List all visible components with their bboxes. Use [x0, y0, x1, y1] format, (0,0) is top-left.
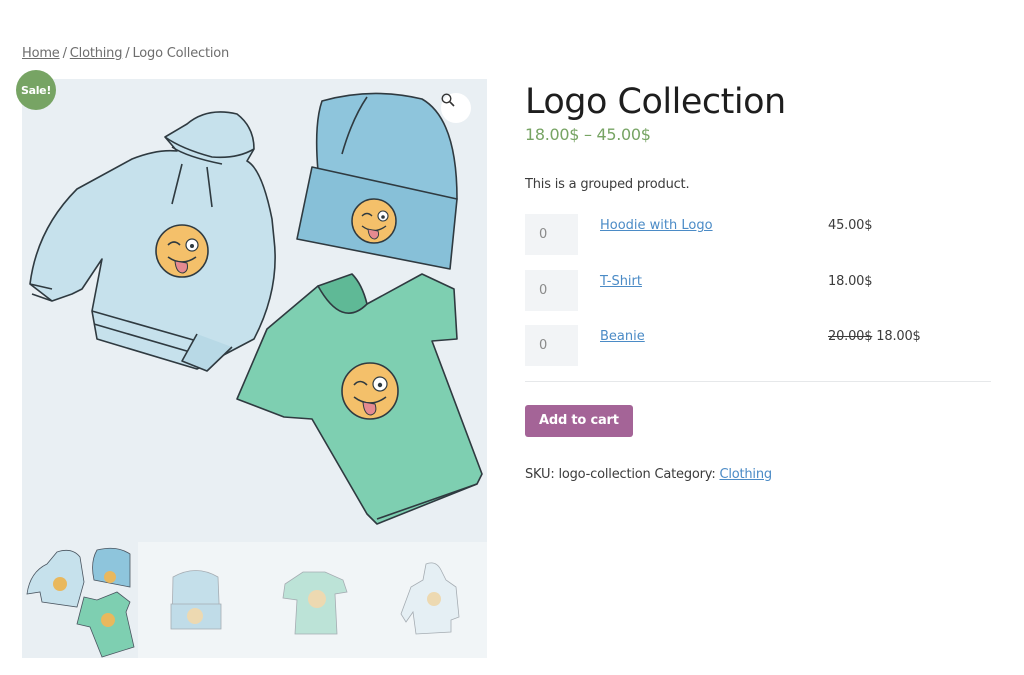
breadcrumb-separator: /	[62, 46, 67, 61]
category-label: Category:	[654, 466, 716, 482]
category-link[interactable]: Clothing	[719, 467, 772, 482]
sku-label: SKU:	[525, 466, 555, 482]
grouped-products-table: Hoodie with Logo 45.00$ T-Shirt 18.00$ B…	[525, 214, 991, 381]
quantity-input-beanie[interactable]	[525, 325, 578, 366]
product-meta: SKU: logo-collection Category: Clothing	[525, 467, 991, 482]
regular-price-beanie: 20.00$	[828, 329, 873, 344]
product-illustration	[29, 92, 483, 525]
magnifier-icon	[441, 93, 455, 107]
divider	[525, 380, 991, 382]
price-beanie-container: 20.00$ 18.00$	[828, 325, 921, 344]
grouped-row-beanie: Beanie 20.00$18.00$	[525, 325, 991, 381]
breadcrumb-separator: /	[125, 46, 130, 61]
thumbnail-collection-illustration	[26, 547, 135, 658]
add-to-cart-button[interactable]: Add to cart	[525, 404, 633, 437]
thumbnail-beanie[interactable]	[138, 542, 255, 658]
hoodie-emoji	[155, 224, 209, 278]
thumbnail-tshirt[interactable]	[254, 542, 371, 658]
price-range: 18.00$ – 45.00$	[525, 125, 651, 144]
grouped-row-tshirt: T-Shirt 18.00$	[525, 269, 991, 326]
product-gallery: Sale!	[16, 70, 487, 658]
price-tshirt: 18.00$	[828, 273, 873, 289]
tshirt-emoji	[341, 362, 399, 420]
product-summary: Logo Collection 18.00$ – 45.00$ This is …	[525, 80, 991, 482]
thumbnail-hoodie[interactable]	[370, 542, 487, 658]
sale-badge: Sale!	[16, 70, 56, 110]
price-hoodie: 45.00$	[828, 218, 873, 233]
product-link-tshirt[interactable]: T-Shirt	[600, 274, 642, 289]
breadcrumb-home[interactable]: Home	[22, 46, 60, 61]
thumbnail-strip	[22, 542, 487, 658]
grouped-row-hoodie: Hoodie with Logo 45.00$	[525, 214, 991, 270]
breadcrumb-current: Logo Collection	[132, 46, 230, 61]
breadcrumb: Home / Clothing / Logo Collection	[22, 46, 229, 61]
hoodie-illustration	[29, 111, 276, 372]
thumbnail-hoodie-illustration	[400, 562, 460, 635]
thumbnail-beanie-illustration	[170, 570, 222, 630]
short-description: This is a grouped product.	[525, 177, 690, 192]
beanie-emoji	[351, 198, 397, 244]
quantity-input-hoodie[interactable]	[525, 214, 578, 255]
zoom-button[interactable]	[441, 93, 471, 123]
sku-value: logo-collection	[558, 466, 651, 482]
product-title: Logo Collection	[525, 82, 786, 122]
sale-price-beanie: 18.00$	[876, 329, 921, 344]
thumbnail-logo-collection[interactable]	[22, 542, 139, 658]
thumbnail-tshirt-illustration	[282, 571, 348, 635]
breadcrumb-clothing[interactable]: Clothing	[70, 46, 123, 61]
product-link-hoodie[interactable]: Hoodie with Logo	[600, 218, 713, 233]
quantity-input-tshirt[interactable]	[525, 269, 578, 311]
main-product-image[interactable]	[22, 79, 487, 542]
product-link-beanie[interactable]: Beanie	[600, 329, 645, 344]
